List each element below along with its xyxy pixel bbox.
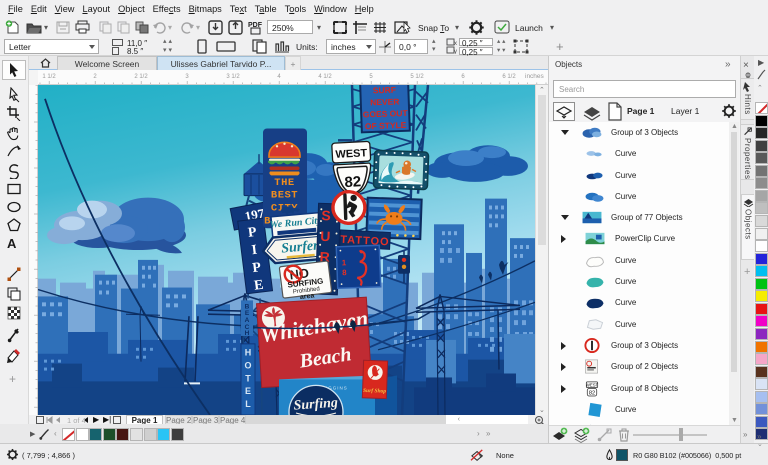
svg-text:B: B [245,303,250,310]
svg-text:Surf Shop: Surf Shop [363,388,386,395]
svg-text:3: 3 [185,74,189,80]
svg-text:THE: THE [274,177,294,189]
svg-text:T: T [245,373,251,383]
svg-text:2 1/2: 2 1/2 [134,74,148,80]
svg-text:82: 82 [344,174,362,191]
svg-text:4 1/2: 4 1/2 [318,74,332,80]
svg-text:A: A [245,317,250,324]
svg-text:3 1/2: 3 1/2 [226,74,240,80]
svg-text:E: E [245,310,250,317]
svg-text:6 1/2: 6 1/2 [502,74,516,80]
svg-text:5: 5 [369,74,373,80]
svg-text:NEVER: NEVER [370,96,400,107]
svg-text:y: y [454,49,457,54]
svg-text:S: S [321,207,331,223]
svg-text:U: U [320,228,331,244]
svg-text:Surfing: Surfing [293,396,338,414]
svg-text:L: L [245,399,251,409]
svg-text:5 1/2: 5 1/2 [410,74,424,80]
svg-text:82: 82 [589,391,595,397]
svg-text:inches: inches [525,73,545,80]
svg-text:WEST: WEST [586,383,599,388]
svg-text:2: 2 [93,74,97,80]
svg-text:H: H [245,348,252,358]
svg-text:O: O [245,361,252,371]
svg-text:E: E [245,386,251,396]
svg-text:6: 6 [461,74,465,80]
svg-text:OF STYLE: OF STYLE [365,120,407,131]
svg-text:WEST: WEST [335,147,368,161]
svg-text:BEST: BEST [271,190,298,202]
svg-text:SURF: SURF [373,85,396,95]
svg-text:4: 4 [277,74,281,80]
svg-text:1 1/2: 1 1/2 [42,74,56,80]
svg-text:H: H [245,330,250,337]
svg-text:E: E [253,278,264,294]
svg-text:GOES OUT: GOES OUT [363,108,409,120]
